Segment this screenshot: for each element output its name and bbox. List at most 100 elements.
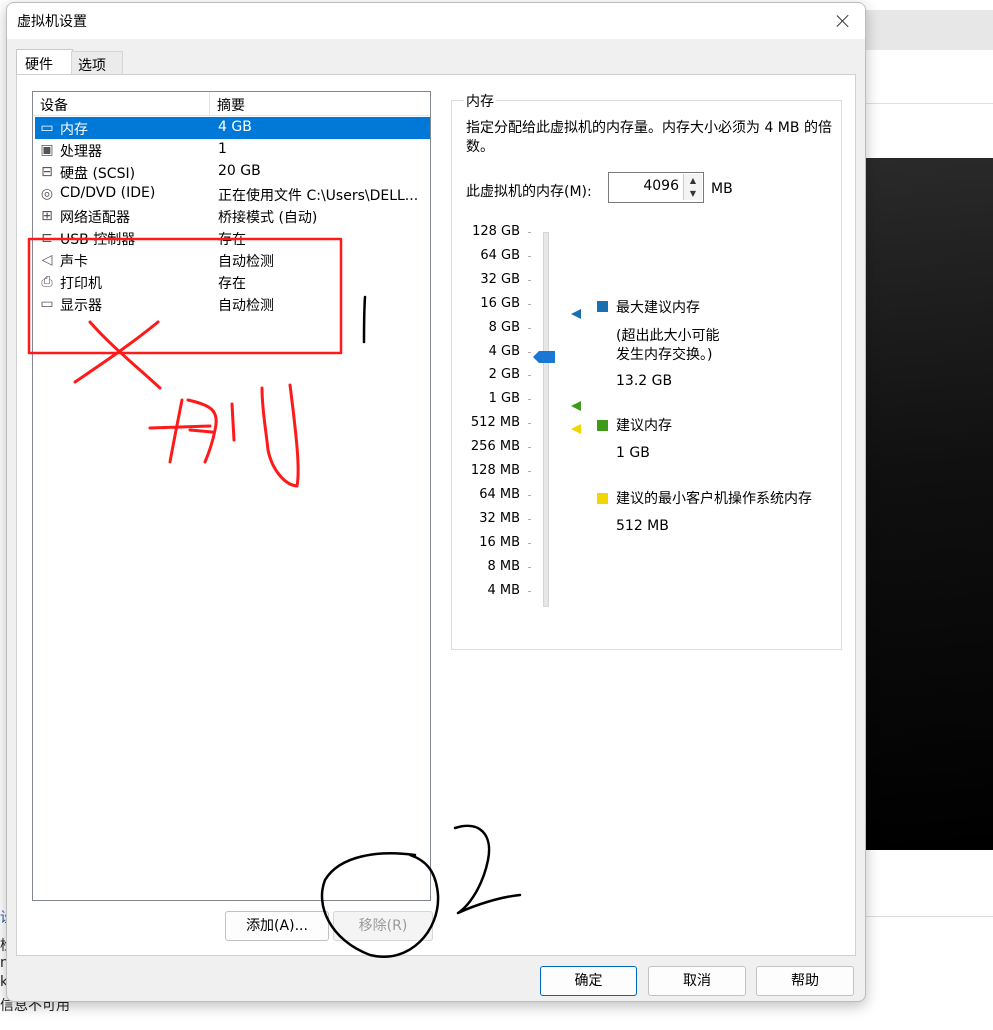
memory-scale-tick xyxy=(528,232,531,233)
cancel-button[interactable]: 取消 xyxy=(648,966,746,996)
device-name: USB 控制器 xyxy=(60,232,136,248)
device-row-cd-dvd[interactable]: ◎ CD/DVD (IDE) 正在使用文件 C:\Users\DELL... xyxy=(35,183,430,205)
max-legend-note: 发生内存交换。) xyxy=(616,347,713,363)
min-guest-legend-swatch xyxy=(597,493,608,504)
device-summary: 存在 xyxy=(218,276,246,292)
device-summary: 20 GB xyxy=(218,163,261,179)
recommended-legend-swatch xyxy=(597,420,608,431)
help-button[interactable]: 帮助 xyxy=(756,966,854,996)
remove-device-button[interactable]: 移除(R) xyxy=(333,911,433,941)
tab-options[interactable]: 选项 xyxy=(71,51,123,76)
background-divider xyxy=(860,916,993,917)
memory-size-input[interactable]: 4096 ▲ ▼ xyxy=(608,172,704,203)
memory-scale-tick xyxy=(528,327,531,329)
device-list[interactable]: 设备 摘要 ▭ 内存 4 GB ▣ 处理器 1 ⊟ 硬盘 (SCSI) 20 G… xyxy=(32,91,431,901)
memory-scale-label: 256 MB xyxy=(470,439,520,455)
vm-settings-dialog: 虚拟机设置 硬件 选项 设备 摘要 ▭ 内存 4 GB ▣ 处理器 1 ⊟ 硬盘… xyxy=(6,2,866,1002)
min-guest-legend-label: 建议的最小客户机操作系统内存 xyxy=(616,491,812,507)
memory-size-value: 4096 xyxy=(643,178,679,194)
device-name: 打印机 xyxy=(60,276,102,292)
min-guest-marker-icon xyxy=(571,424,581,434)
memory-scale-tick xyxy=(528,351,531,353)
memory-scale-tick xyxy=(528,590,531,592)
recommended-legend-label: 建议内存 xyxy=(616,418,672,434)
device-row-usb-controller[interactable]: ⊏ USB 控制器 存在 xyxy=(35,227,430,249)
column-header-device[interactable]: 设备 xyxy=(40,95,68,115)
device-summary: 桥接模式 (自动) xyxy=(218,210,318,226)
memory-icon: ▭ xyxy=(40,120,54,136)
device-summary: 4 GB xyxy=(218,119,252,135)
add-device-button[interactable]: 添加(A)... xyxy=(225,911,329,941)
memory-scale-tick xyxy=(528,471,531,472)
device-name: 硬盘 (SCSI) xyxy=(60,166,136,182)
device-row-hard-disk[interactable]: ⊟ 硬盘 (SCSI) 20 GB xyxy=(35,161,430,183)
dialog-title: 虚拟机设置 xyxy=(17,14,87,30)
tab-options-label: 选项 xyxy=(78,58,106,74)
display-icon: ▭ xyxy=(40,296,54,312)
recommended-marker-icon xyxy=(571,401,581,411)
memory-scale-tick xyxy=(528,566,531,568)
memory-scale-label: 16 MB xyxy=(479,534,520,550)
hardware-panel: 设备 摘要 ▭ 内存 4 GB ▣ 处理器 1 ⊟ 硬盘 (SCSI) 20 G… xyxy=(16,74,856,956)
device-name: 处理器 xyxy=(60,144,102,160)
close-button[interactable] xyxy=(829,7,857,35)
memory-scale-label: 16 GB xyxy=(480,295,520,311)
title-bar[interactable]: 虚拟机设置 xyxy=(7,3,865,39)
device-row-processor[interactable]: ▣ 处理器 1 xyxy=(35,139,430,161)
device-row-sound-card[interactable]: ◁ 声卡 自动检测 xyxy=(35,249,430,271)
cd-dvd-icon: ◎ xyxy=(40,186,54,202)
sound-card-icon: ◁ xyxy=(41,252,53,268)
memory-scale-label: 8 MB xyxy=(487,558,520,574)
min-guest-legend-value: 512 MB xyxy=(616,518,669,534)
memory-slider-thumb[interactable] xyxy=(533,351,555,363)
spin-down-icon[interactable]: ▼ xyxy=(683,187,702,200)
device-name: 声卡 xyxy=(60,254,88,270)
memory-scale-tick xyxy=(528,423,531,425)
memory-unit: MB xyxy=(711,181,733,197)
max-legend-label: 最大建议内存 xyxy=(616,300,700,316)
memory-scale-label: 4 GB xyxy=(488,343,520,359)
memory-scale-tick xyxy=(528,494,531,496)
device-summary: 自动检测 xyxy=(218,298,274,314)
memory-description: 指定分配给此虚拟机的内存量。内存大小必须为 4 MB 的倍数。 xyxy=(466,120,832,155)
memory-scale-tick xyxy=(528,303,531,305)
memory-scale-label: 128 MB xyxy=(470,463,520,478)
device-row-network-adapter[interactable]: ⊞ 网络适配器 桥接模式 (自动) xyxy=(35,205,430,227)
memory-scale-label: 64 GB xyxy=(480,247,520,263)
memory-scale-label: 8 GB xyxy=(488,319,520,335)
device-row-memory[interactable]: ▭ 内存 4 GB xyxy=(35,117,430,139)
printer-icon: ⎙ xyxy=(41,274,53,290)
device-summary: 自动检测 xyxy=(218,254,274,270)
memory-slider-track[interactable] xyxy=(543,232,549,607)
max-recommended-marker-icon xyxy=(571,309,581,319)
column-divider[interactable] xyxy=(209,92,210,115)
memory-input-label: 此虚拟机的内存(M): xyxy=(466,184,592,200)
network-adapter-icon: ⊞ xyxy=(41,208,53,224)
memory-scale-label: 64 MB xyxy=(479,486,520,502)
tab-hardware[interactable]: 硬件 xyxy=(16,49,73,76)
processor-icon: ▣ xyxy=(40,142,54,158)
memory-scale-label: 128 GB xyxy=(472,224,520,239)
max-legend-swatch xyxy=(597,301,608,312)
memory-scale-tick xyxy=(528,447,531,449)
max-legend-value: 13.2 GB xyxy=(616,373,673,389)
device-list-header: 设备 摘要 xyxy=(33,92,430,116)
memory-scale-label: 32 MB xyxy=(479,510,520,526)
column-header-summary[interactable]: 摘要 xyxy=(217,95,245,115)
device-row-display[interactable]: ▭ 显示器 自动检测 xyxy=(35,293,430,315)
usb-controller-icon: ⊏ xyxy=(41,230,53,246)
memory-scale-tick xyxy=(528,375,531,377)
memory-scale-tick xyxy=(528,279,531,281)
device-row-printer[interactable]: ⎙ 打印机 存在 xyxy=(35,271,430,293)
hard-disk-icon: ⊟ xyxy=(41,164,53,180)
background-vm-screen xyxy=(860,158,993,850)
memory-scale-label: 4 MB xyxy=(487,582,520,598)
ok-button[interactable]: 确定 xyxy=(540,966,637,996)
recommended-legend-value: 1 GB xyxy=(616,445,650,461)
memory-scale-tick xyxy=(528,399,531,401)
device-name: 内存 xyxy=(60,122,88,138)
spin-up-icon[interactable]: ▲ xyxy=(683,174,702,188)
device-name: 网络适配器 xyxy=(60,210,130,226)
tab-hardware-label: 硬件 xyxy=(25,57,53,73)
device-summary: 存在 xyxy=(218,232,246,248)
